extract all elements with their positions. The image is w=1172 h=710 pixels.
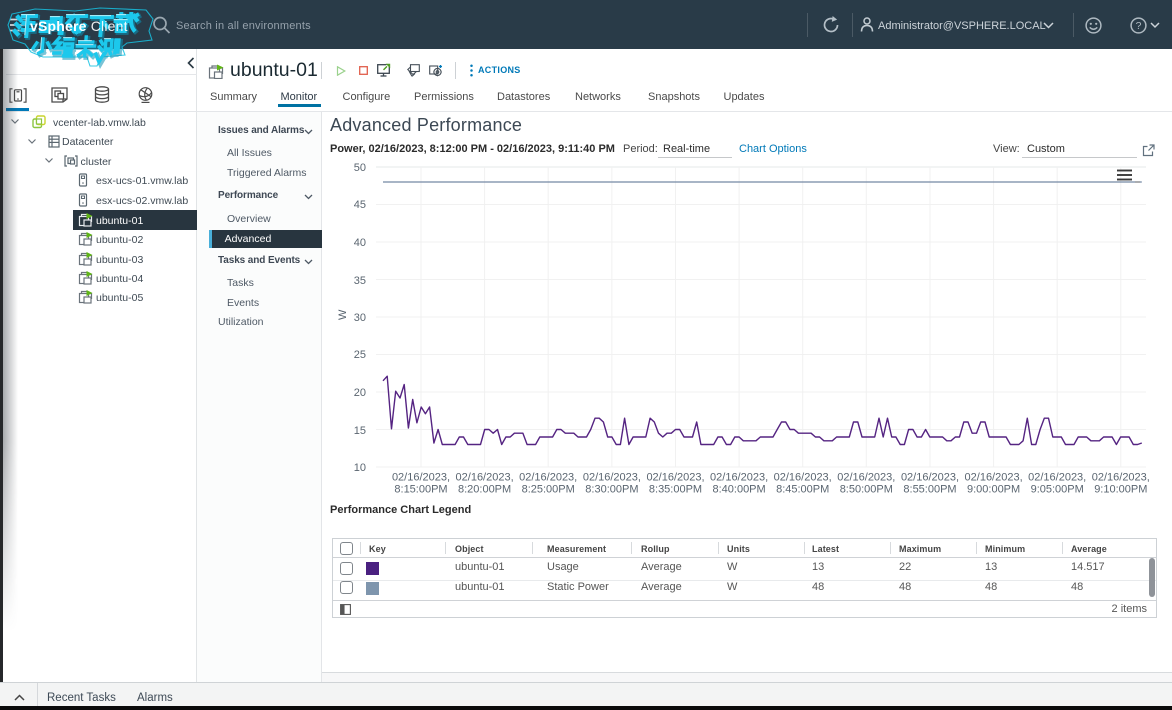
svg-text:02/16/2023,: 02/16/2023, (646, 472, 704, 484)
svg-text:50: 50 (354, 162, 366, 174)
svg-text:02/16/2023,: 02/16/2023, (710, 472, 768, 484)
svg-text:W: W (337, 309, 349, 320)
svg-text:20: 20 (354, 387, 366, 399)
svg-text:02/16/2023,: 02/16/2023, (965, 472, 1023, 484)
svg-text:02/16/2023,: 02/16/2023, (519, 472, 577, 484)
svg-text:02/16/2023,: 02/16/2023, (901, 472, 959, 484)
svg-text:9:05:00PM: 9:05:00PM (1031, 484, 1084, 496)
svg-text:30: 30 (354, 312, 366, 324)
svg-text:45: 45 (354, 199, 366, 211)
svg-text:40: 40 (354, 237, 366, 249)
svg-text:02/16/2023,: 02/16/2023, (774, 472, 832, 484)
svg-text:8:15:00PM: 8:15:00PM (394, 484, 447, 496)
svg-text:02/16/2023,: 02/16/2023, (1092, 472, 1150, 484)
svg-text:9:00:00PM: 9:00:00PM (967, 484, 1020, 496)
svg-text:8:35:00PM: 8:35:00PM (649, 484, 702, 496)
svg-text:8:45:00PM: 8:45:00PM (776, 484, 829, 496)
svg-text:9:10:00PM: 9:10:00PM (1094, 484, 1147, 496)
svg-text:02/16/2023,: 02/16/2023, (392, 472, 450, 484)
svg-text:15: 15 (354, 425, 366, 437)
svg-text:?: ? (1136, 20, 1142, 32)
svg-text:8:30:00PM: 8:30:00PM (585, 484, 638, 496)
svg-text:8:20:00PM: 8:20:00PM (458, 484, 511, 496)
svg-text:35: 35 (354, 275, 366, 287)
svg-text:02/16/2023,: 02/16/2023, (1028, 472, 1086, 484)
svg-text:02/16/2023,: 02/16/2023, (456, 472, 514, 484)
svg-text:8:50:00PM: 8:50:00PM (840, 484, 893, 496)
svg-text:25: 25 (354, 349, 366, 361)
svg-text:02/16/2023,: 02/16/2023, (583, 472, 641, 484)
svg-text:02/16/2023,: 02/16/2023, (837, 472, 895, 484)
svg-text:8:55:00PM: 8:55:00PM (903, 484, 956, 496)
svg-text:8:40:00PM: 8:40:00PM (712, 484, 765, 496)
svg-text:10: 10 (354, 462, 366, 474)
svg-text:8:25:00PM: 8:25:00PM (522, 484, 575, 496)
